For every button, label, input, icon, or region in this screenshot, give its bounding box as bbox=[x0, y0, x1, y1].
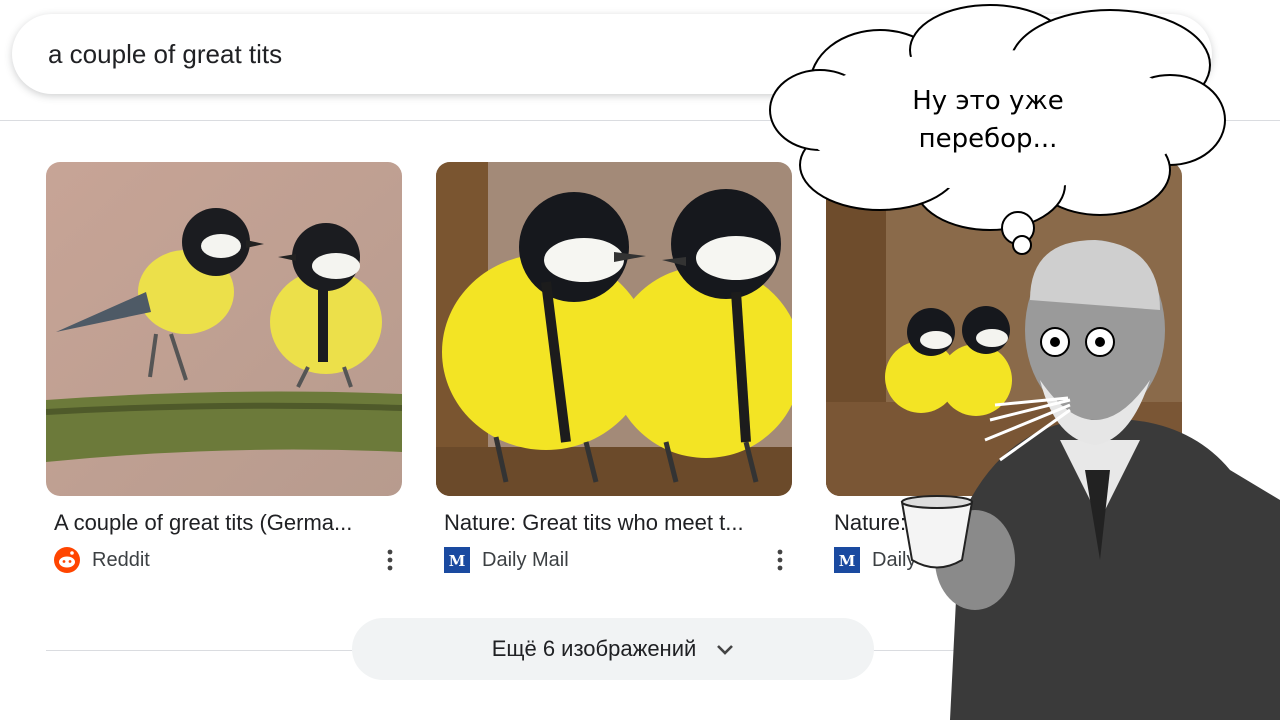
source-name: Reddit bbox=[92, 548, 150, 571]
more-options-icon[interactable] bbox=[768, 548, 792, 572]
more-images-label: Ещё 6 изображений bbox=[491, 636, 697, 661]
speech-bubble-text: Ну это уже перебор... bbox=[912, 86, 1064, 154]
image-result-card[interactable]: A couple of great tits (Germa... Reddit bbox=[46, 162, 402, 574]
svg-text:M: M bbox=[449, 552, 466, 570]
search-query[interactable]: a couple of great tits bbox=[48, 39, 282, 70]
result-image-fluffy-birds[interactable] bbox=[436, 162, 792, 496]
result-image-birds-on-branch[interactable] bbox=[46, 162, 402, 496]
daily-mail-icon: M bbox=[444, 547, 470, 573]
image-result-card[interactable]: Nature: Great tits who meet t... M Daily… bbox=[436, 162, 792, 574]
result-source[interactable]: M Daily Mail bbox=[436, 546, 792, 574]
result-title[interactable]: Nature: Great tits bbox=[826, 510, 1174, 536]
source-name: Daily Mail bbox=[482, 548, 569, 571]
result-source[interactable]: M Daily bbox=[826, 546, 1182, 574]
image-result-card[interactable]: Nature: Great tits M Daily bbox=[826, 162, 1182, 574]
daily-mail-icon: M bbox=[834, 547, 860, 573]
reddit-icon bbox=[54, 547, 80, 573]
result-title[interactable]: Nature: Great tits who meet t... bbox=[436, 510, 784, 536]
source-name: Daily bbox=[872, 548, 917, 571]
more-options-icon[interactable] bbox=[378, 548, 402, 572]
header-divider bbox=[0, 120, 1280, 121]
result-image-birds-on-birdhouse[interactable] bbox=[826, 162, 1182, 496]
svg-text:M: M bbox=[839, 552, 856, 570]
result-source[interactable]: Reddit bbox=[46, 546, 402, 574]
chevron-down-icon bbox=[716, 636, 734, 662]
result-title[interactable]: A couple of great tits (Germa... bbox=[46, 510, 394, 536]
more-images-button[interactable]: Ещё 6 изображений bbox=[352, 618, 874, 680]
